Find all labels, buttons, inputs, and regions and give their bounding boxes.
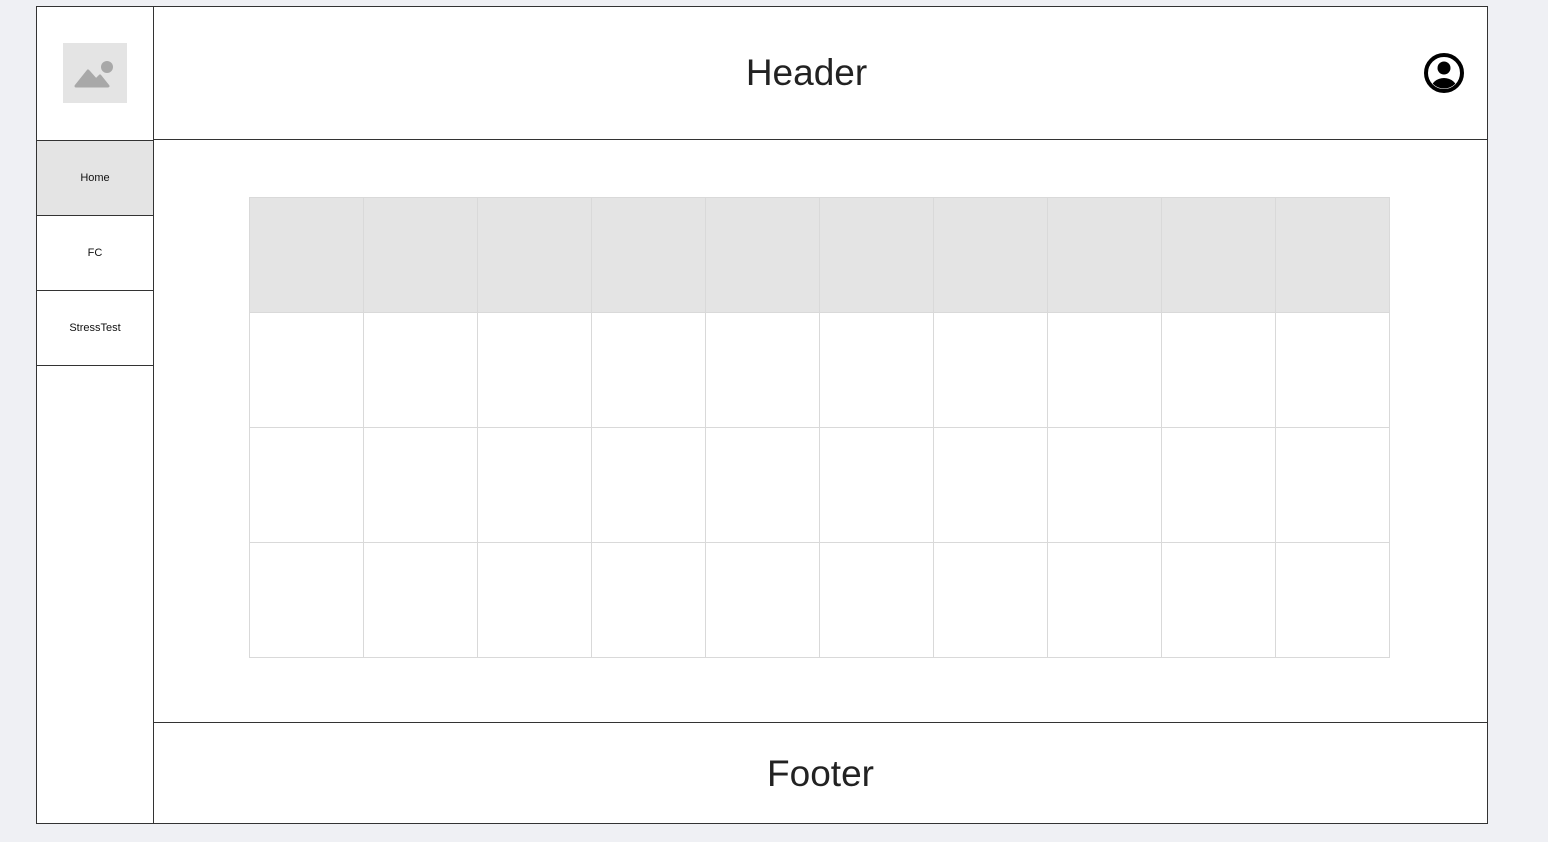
image-placeholder-icon <box>63 43 127 103</box>
table-header-cell <box>933 197 1048 313</box>
app-frame: Home FC StressTest Header Footer <box>36 6 1488 824</box>
table-cell <box>363 312 478 428</box>
table-cell <box>1161 542 1276 658</box>
table-cell <box>591 542 706 658</box>
sidebar-nav: Home FC StressTest <box>37 141 153 366</box>
table-cell <box>477 312 592 428</box>
table-cell <box>477 542 592 658</box>
table-header-cell <box>819 197 934 313</box>
table-cell <box>933 312 1048 428</box>
table-cell <box>477 427 592 543</box>
table-row <box>249 427 1390 543</box>
table-header-cell <box>1161 197 1276 313</box>
main-content <box>154 140 1487 722</box>
header-title: Header <box>745 52 868 93</box>
table-cell <box>591 312 706 428</box>
table-cell <box>1047 427 1162 543</box>
table-cell <box>705 312 820 428</box>
table-cell <box>819 312 934 428</box>
table-row <box>249 312 1390 428</box>
logo-graphic <box>74 61 113 88</box>
table-header-cell <box>1047 197 1162 313</box>
table-cell <box>249 427 364 543</box>
table-header-cell <box>705 197 820 313</box>
sidebar-item-home[interactable]: Home <box>37 141 153 216</box>
table-cell <box>705 427 820 543</box>
table-cell <box>1047 542 1162 658</box>
table-cell <box>705 542 820 658</box>
table-cell <box>1161 312 1276 428</box>
footer-text: Footer <box>767 752 874 794</box>
table-header-cell <box>477 197 592 313</box>
sidebar-item-label: FC <box>87 247 103 259</box>
table-cell <box>249 542 364 658</box>
table-cell <box>249 312 364 428</box>
table-cell <box>363 427 478 543</box>
sidebar-item-fc[interactable]: FC <box>37 216 153 291</box>
table-cell <box>591 427 706 543</box>
table-header-row <box>249 197 1390 313</box>
header: Header <box>154 7 1487 140</box>
sidebar-item-label: Home <box>80 172 110 184</box>
sidebar-item-label: StressTest <box>69 322 121 334</box>
table-cell <box>819 427 934 543</box>
table-cell <box>933 542 1048 658</box>
table-cell <box>819 542 934 658</box>
table-header-cell <box>249 197 364 313</box>
logo-area <box>37 7 153 141</box>
user-avatar-graphic <box>1424 53 1464 93</box>
table-cell <box>1047 312 1162 428</box>
sidebar: Home FC StressTest <box>37 7 154 823</box>
table-header-cell <box>1275 197 1390 313</box>
data-table <box>249 197 1390 658</box>
table-cell <box>363 542 478 658</box>
user-circle-icon[interactable] <box>1424 53 1464 93</box>
table-header-cell <box>363 197 478 313</box>
table-cell <box>1161 427 1276 543</box>
table-row <box>249 542 1390 658</box>
table-header-cell <box>591 197 706 313</box>
sidebar-item-stresstest[interactable]: StressTest <box>37 291 153 366</box>
footer: Footer <box>154 722 1487 824</box>
table-cell <box>1275 542 1390 658</box>
table-cell <box>1275 427 1390 543</box>
table-cell <box>933 427 1048 543</box>
table-cell <box>1275 312 1390 428</box>
